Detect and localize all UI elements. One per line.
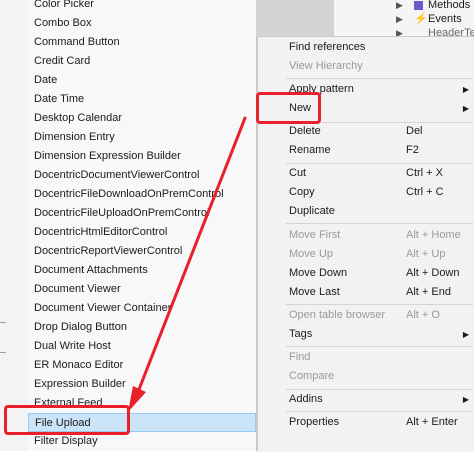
expand-caret-icon[interactable]: ▶ [396, 0, 403, 11]
ctx-item-find: Find [258, 348, 474, 367]
submenu-item-dual-write-host[interactable]: Dual Write Host [28, 337, 256, 356]
ctx-item-duplicate[interactable]: Duplicate [258, 202, 474, 221]
submenu-item-dimension-expression-builder[interactable]: Dimension Expression Builder [28, 147, 256, 166]
ctx-item-addins[interactable]: Addins ▶ [258, 390, 474, 409]
submenu-item-docentric-document-viewer[interactable]: DocentricDocumentViewerControl [28, 166, 256, 185]
ctx-item-open-table-browser: Open table browser Alt + O [258, 306, 474, 325]
ctx-shortcut: F2 [406, 144, 419, 156]
ctx-label: Move First [289, 229, 341, 241]
submenu-item-document-viewer-container[interactable]: Document Viewer Container [28, 299, 256, 318]
ctx-shortcut: Alt + Home [406, 229, 461, 241]
submenu-item-docentric-file-upload[interactable]: DocentricFileUploadOnPremControl [28, 204, 256, 223]
lightning-icon: ⚡ [414, 13, 428, 25]
ctx-item-tags[interactable]: Tags ▶ [258, 325, 474, 344]
submenu-item-desktop-calendar[interactable]: Desktop Calendar [28, 109, 256, 128]
ctx-shortcut: Ctrl + C [406, 186, 444, 198]
submenu-item-document-attachments[interactable]: Document Attachments [28, 261, 256, 280]
submenu-item-combo-box[interactable]: Combo Box [28, 14, 256, 33]
ctx-item-move-up: Move Up Alt + Up [258, 245, 474, 264]
submenu-arrow-icon: ▶ [462, 104, 469, 113]
ctx-shortcut: Del [406, 125, 423, 137]
ctx-label: Addins [289, 393, 323, 405]
ctx-label: Move Up [289, 248, 334, 260]
ctx-label: Open table browser [289, 309, 385, 321]
menu-separator [286, 411, 473, 412]
solution-tree: ▶ Methods ▶ ⚡ Events ▶ HeaderTe [256, 0, 474, 39]
menu-separator [286, 346, 473, 347]
menu-separator [286, 223, 473, 224]
submenu-item-date-time[interactable]: Date Time [28, 90, 256, 109]
ctx-item-move-last[interactable]: Move Last Alt + End [258, 283, 474, 302]
submenu-item-document-viewer[interactable]: Document Viewer [28, 280, 256, 299]
file-upload-highlight-box [4, 405, 130, 435]
submenu-arrow-icon: ▶ [462, 330, 469, 339]
ctx-item-compare: Compare [258, 367, 474, 386]
ctx-label: Compare [289, 370, 335, 382]
submenu-item-expression-builder[interactable]: Expression Builder [28, 375, 256, 394]
ctx-shortcut: Alt + O [406, 309, 440, 321]
menu-separator [286, 304, 473, 305]
submenu-item-docentric-report-viewer[interactable]: DocentricReportViewerControl [28, 242, 256, 261]
ctx-label: Move Down [289, 267, 348, 279]
ctx-label: Duplicate [289, 205, 335, 217]
ctx-label: Copy [289, 186, 315, 198]
ctx-label: Delete [289, 125, 321, 137]
submenu-item-credit-card[interactable]: Credit Card [28, 52, 256, 71]
submenu-item-drop-dialog-button[interactable]: Drop Dialog Button [28, 318, 256, 337]
ctx-label: Tags [289, 328, 313, 340]
ctx-item-copy[interactable]: Copy Ctrl + C [258, 183, 474, 202]
ctx-item-cut[interactable]: Cut Ctrl + X [258, 164, 474, 183]
ctx-shortcut: Alt + Up [406, 248, 446, 260]
new-control-submenu: Color Picker Combo Box Command Button Cr… [28, 0, 257, 451]
ctx-item-move-down[interactable]: Move Down Alt + Down [258, 264, 474, 283]
ctx-label: Cut [289, 167, 307, 179]
new-highlight-box [256, 92, 321, 124]
tree-item-events[interactable]: Events [428, 13, 462, 26]
ctx-item-rename[interactable]: Rename F2 [258, 141, 474, 160]
strip-tick [0, 322, 6, 323]
ctx-shortcut: Alt + Enter [406, 416, 458, 428]
submenu-item-dimension-entry[interactable]: Dimension Entry [28, 128, 256, 147]
ctx-item-properties[interactable]: Properties Alt + Enter [258, 413, 474, 432]
ctx-item-find-references[interactable]: Find references [258, 38, 474, 57]
ctx-shortcut: Alt + End [406, 286, 451, 298]
menu-separator [286, 78, 473, 79]
ctx-item-move-first: Move First Alt + Home [258, 226, 474, 245]
submenu-item-er-monaco-editor[interactable]: ER Monaco Editor [28, 356, 256, 375]
tree-margin [256, 0, 334, 36]
ctx-label: View Hierarchy [289, 60, 363, 72]
ctx-item-view-hierarchy: View Hierarchy [258, 57, 474, 76]
ctx-label: Find [289, 351, 311, 363]
strip-tick [0, 352, 6, 353]
methods-icon [414, 1, 423, 10]
ctx-label: Move Last [289, 286, 340, 298]
ctx-shortcut: Ctrl + X [406, 167, 443, 179]
ctx-label: Rename [289, 144, 331, 156]
submenu-item-command-button[interactable]: Command Button [28, 33, 256, 52]
submenu-item-docentric-file-download[interactable]: DocentricFileDownloadOnPremControl [28, 185, 256, 204]
ctx-label: Find references [289, 41, 366, 53]
expand-caret-icon[interactable]: ▶ [396, 14, 403, 25]
ctx-item-delete[interactable]: Delete Del [258, 122, 474, 141]
left-panel-strip [0, 0, 29, 451]
ctx-shortcut: Alt + Down [406, 267, 460, 279]
submenu-arrow-icon: ▶ [462, 395, 469, 404]
tree-item-methods[interactable]: Methods [428, 0, 470, 12]
submenu-item-color-picker[interactable]: Color Picker [28, 0, 256, 14]
submenu-item-date[interactable]: Date [28, 71, 256, 90]
ctx-label: Properties [289, 416, 340, 428]
submenu-item-docentric-html-editor[interactable]: DocentricHtmlEditorControl [28, 223, 256, 242]
submenu-arrow-icon: ▶ [462, 85, 469, 94]
